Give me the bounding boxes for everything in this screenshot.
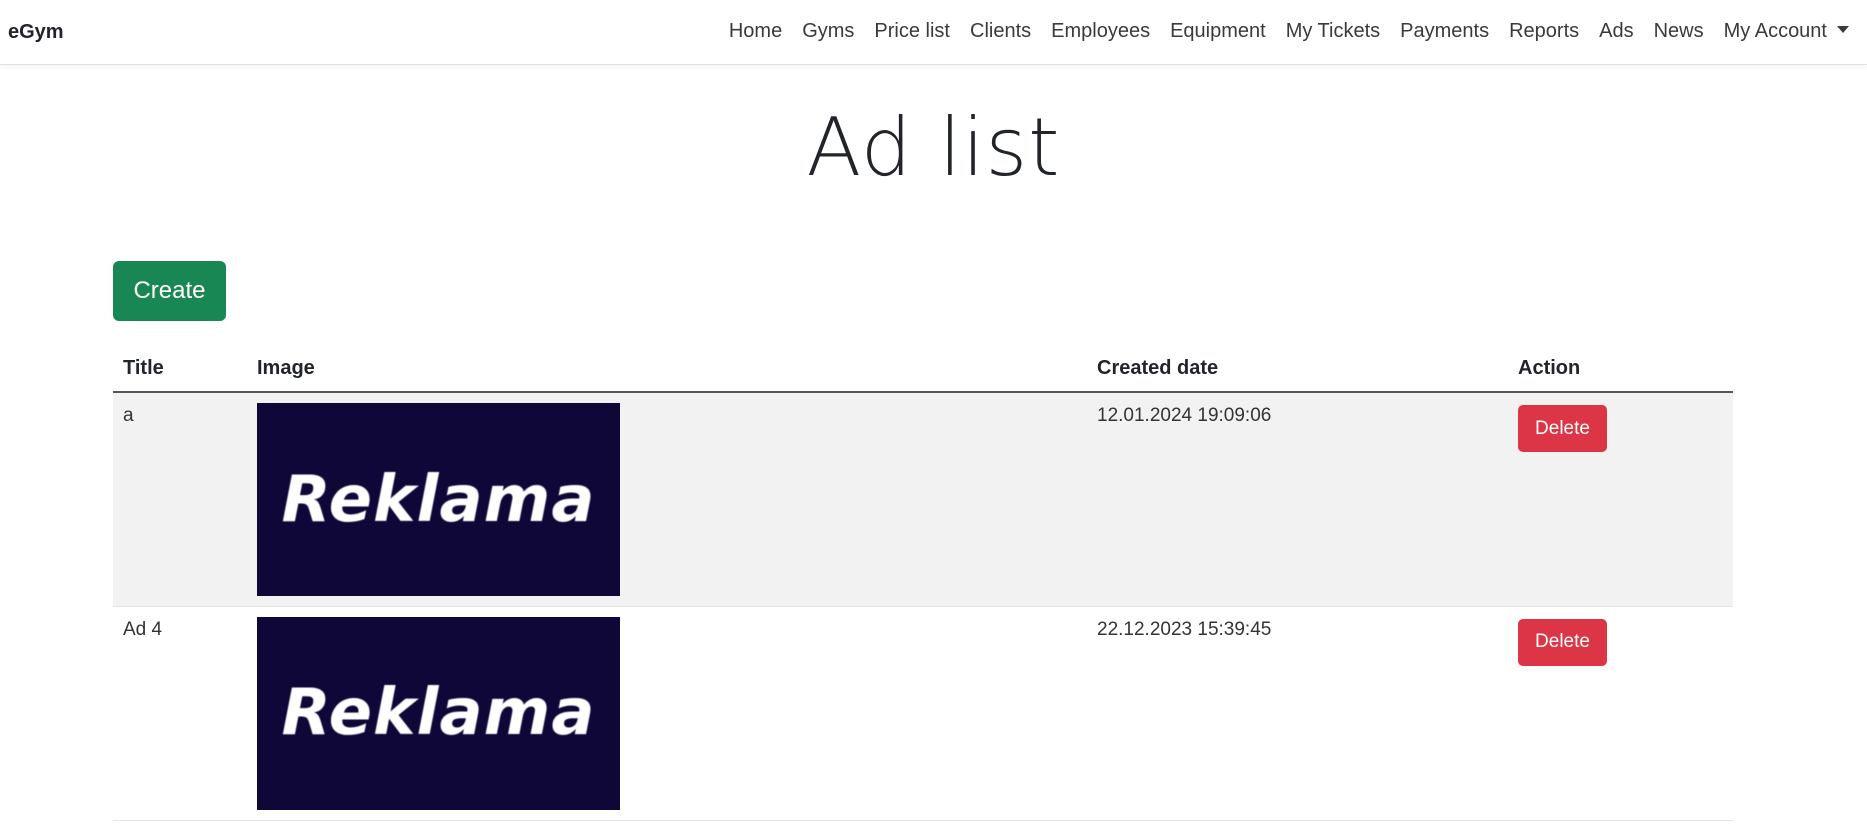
- nav-link-my-tickets[interactable]: My Tickets: [1286, 18, 1380, 44]
- table-header: Title Image Created date Action: [113, 346, 1733, 393]
- nav-link-gyms[interactable]: Gyms: [802, 18, 854, 44]
- ad-image: Reklama: [257, 616, 620, 810]
- cell-title: Ad 4: [113, 606, 247, 821]
- nav-link-equipment[interactable]: Equipment: [1170, 18, 1266, 44]
- nav-link-ads[interactable]: Ads: [1599, 18, 1633, 44]
- nav-dropdown-my-account[interactable]: My Account: [1724, 18, 1849, 44]
- cell-title: a: [113, 392, 247, 607]
- column-header-created-date: Created date: [1087, 346, 1508, 393]
- ad-image-text: Reklama: [281, 676, 596, 750]
- nav-link-home[interactable]: Home: [729, 18, 782, 44]
- my-account-label: My Account: [1723, 20, 1827, 42]
- nav-link-price-list[interactable]: Price list: [874, 18, 950, 44]
- cell-image: Reklama: [247, 606, 1087, 821]
- caret-down-icon: [1837, 26, 1849, 34]
- nav-link-reports[interactable]: Reports: [1509, 18, 1579, 44]
- nav-link-employees[interactable]: Employees: [1051, 18, 1150, 44]
- delete-button[interactable]: Delete: [1518, 405, 1607, 452]
- table-header-row: Title Image Created date Action: [113, 346, 1733, 393]
- table-row: a Reklama 12.01.2024 19:09:06 Delete: [113, 392, 1733, 607]
- delete-button[interactable]: Delete: [1518, 618, 1607, 666]
- cell-action: Delete: [1508, 392, 1733, 607]
- top-navbar: eGym Home Gyms Price list Clients Employ…: [0, 0, 1867, 65]
- cell-created-date: 22.12.2023 15:39:45: [1087, 606, 1508, 821]
- cell-image: Reklama: [247, 392, 1087, 607]
- brand-logo-link[interactable]: eGym: [8, 20, 64, 44]
- cell-action: Delete: [1508, 606, 1733, 821]
- ads-table: Title Image Created date Action a Reklam…: [113, 346, 1733, 821]
- column-header-image: Image: [247, 346, 1087, 393]
- nav-links: Home Gyms Price list Clients Employees E…: [729, 18, 1849, 44]
- ads-table-container: Title Image Created date Action a Reklam…: [113, 346, 1733, 821]
- nav-link-news[interactable]: News: [1654, 18, 1704, 44]
- nav-link-clients[interactable]: Clients: [970, 18, 1031, 44]
- ad-image-text: Reklama: [281, 462, 596, 537]
- table-body: a Reklama 12.01.2024 19:09:06 Delete Ad …: [113, 392, 1733, 821]
- ad-image: Reklama: [257, 403, 620, 596]
- page-title: Ad list: [806, 101, 1061, 194]
- cell-created-date: 12.01.2024 19:09:06: [1087, 392, 1508, 607]
- column-header-action: Action: [1508, 346, 1733, 393]
- nav-link-payments[interactable]: Payments: [1400, 18, 1489, 44]
- table-row: Ad 4 Reklama 22.12.2023 15:39:45 Delete: [113, 606, 1733, 821]
- create-button[interactable]: Create: [113, 261, 226, 321]
- column-header-title: Title: [113, 346, 247, 393]
